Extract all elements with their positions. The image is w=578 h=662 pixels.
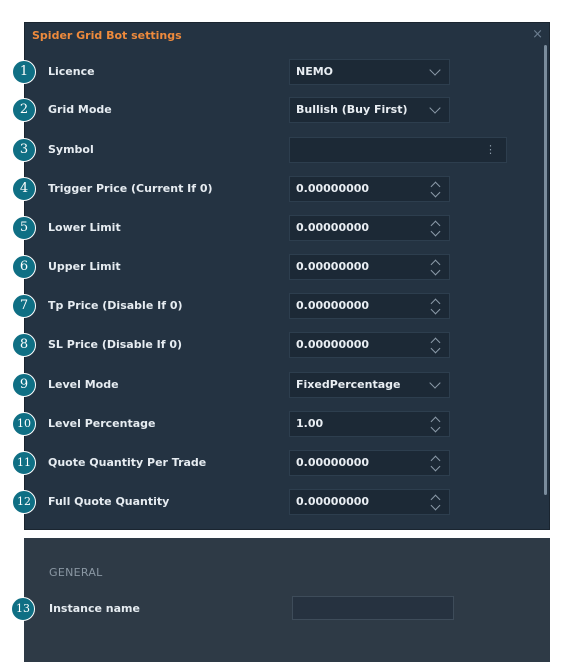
lower-limit-value: 0.00000000 (296, 221, 370, 234)
tp-price-input[interactable]: 0.00000000 (289, 293, 450, 319)
full-quote-qty-label: Full Quote Quantity (48, 495, 170, 508)
step-badge: 10 (12, 412, 36, 436)
dialog-title: Spider Grid Bot settings (32, 29, 182, 42)
setting-row-upper-limit: 6 Upper Limit 0.00000000 (12, 254, 505, 280)
close-icon[interactable]: × (532, 27, 543, 42)
full-quote-qty-value: 0.00000000 (296, 495, 370, 508)
general-section: GENERAL 13 Instance name (11, 538, 550, 662)
licence-dropdown[interactable]: NEMO (289, 59, 450, 85)
general-section-title: GENERAL (49, 566, 103, 579)
setting-row-quote-qty-per-trade: 11 Quote Quantity Per Trade 0.00000000 (12, 450, 505, 476)
sl-price-label: SL Price (Disable If 0) (48, 338, 183, 351)
level-percentage-input[interactable]: 1.00 (289, 411, 450, 437)
instance-name-label: Instance name (49, 602, 140, 615)
step-badge: 12 (12, 490, 36, 514)
sl-price-value: 0.00000000 (296, 338, 370, 351)
level-mode-label: Level Mode (48, 378, 119, 391)
setting-row-grid-mode: 2 Grid Mode Bullish (Buy First) (12, 97, 505, 123)
grid-mode-dropdown[interactable]: Bullish (Buy First) (289, 97, 450, 123)
licence-label: Licence (48, 65, 95, 78)
tp-price-label: Tp Price (Disable If 0) (48, 299, 183, 312)
step-badge: 3 (12, 138, 36, 162)
step-badge: 8 (12, 333, 36, 357)
quote-qty-per-trade-input[interactable]: 0.00000000 (289, 450, 450, 476)
setting-row-symbol: 3 Symbol ⋮ (12, 137, 507, 163)
tp-price-value: 0.00000000 (296, 299, 370, 312)
spin-down-icon[interactable] (430, 265, 441, 276)
spin-down-icon[interactable] (430, 187, 441, 198)
trigger-price-label: Trigger Price (Current If 0) (48, 182, 213, 195)
step-badge: 5 (12, 216, 36, 240)
setting-row-level-percentage: 10 Level Percentage 1.00 (12, 411, 505, 437)
setting-row-tp-price: 7 Tp Price (Disable If 0) 0.00000000 (12, 293, 505, 319)
step-badge: 7 (12, 294, 36, 318)
upper-limit-input[interactable]: 0.00000000 (289, 254, 450, 280)
setting-row-trigger-price: 4 Trigger Price (Current If 0) 0.0000000… (12, 176, 505, 202)
sl-price-input[interactable]: 0.00000000 (289, 332, 450, 358)
step-badge: 2 (12, 98, 36, 122)
trigger-price-value: 0.00000000 (296, 182, 370, 195)
chevron-down-icon (429, 64, 441, 76)
step-badge: 9 (12, 373, 36, 397)
symbol-picker[interactable]: ⋮ (289, 137, 507, 163)
grid-mode-value: Bullish (Buy First) (296, 103, 408, 116)
full-quote-qty-input[interactable]: 0.00000000 (289, 489, 450, 515)
chevron-down-icon (429, 102, 441, 114)
spin-down-icon[interactable] (430, 226, 441, 237)
setting-row-level-mode: 9 Level Mode FixedPercentage (12, 372, 505, 398)
step-badge: 11 (12, 451, 36, 475)
upper-limit-label: Upper Limit (48, 260, 121, 273)
symbol-label: Symbol (48, 143, 94, 156)
spin-down-icon[interactable] (430, 422, 441, 433)
scrollbar[interactable] (544, 45, 547, 495)
step-badge: 13 (11, 597, 35, 621)
setting-row-lower-limit: 5 Lower Limit 0.00000000 (12, 215, 505, 241)
spin-down-icon[interactable] (430, 500, 441, 511)
more-vertical-icon[interactable]: ⋮ (485, 138, 496, 162)
setting-row-full-quote-qty: 12 Full Quote Quantity 0.00000000 (12, 489, 505, 515)
level-mode-value: FixedPercentage (296, 378, 401, 391)
level-percentage-value: 1.00 (296, 417, 324, 430)
setting-row-licence: 1 Licence NEMO (12, 59, 505, 85)
spin-down-icon[interactable] (430, 343, 441, 354)
quote-qty-per-trade-value: 0.00000000 (296, 456, 370, 469)
grid-mode-label: Grid Mode (48, 103, 112, 116)
licence-value: NEMO (296, 65, 334, 78)
lower-limit-input[interactable]: 0.00000000 (289, 215, 450, 241)
upper-limit-value: 0.00000000 (296, 260, 370, 273)
lower-limit-label: Lower Limit (48, 221, 121, 234)
step-badge: 1 (12, 60, 36, 84)
level-mode-dropdown[interactable]: FixedPercentage (289, 372, 450, 398)
trigger-price-input[interactable]: 0.00000000 (289, 176, 450, 202)
instance-name-input[interactable] (292, 596, 454, 620)
spin-down-icon[interactable] (430, 461, 441, 472)
spin-down-icon[interactable] (430, 304, 441, 315)
settings-dialog: Spider Grid Bot settings × 1 Licence NEM… (12, 22, 550, 530)
level-percentage-label: Level Percentage (48, 417, 156, 430)
step-badge: 6 (12, 255, 36, 279)
chevron-down-icon (429, 377, 441, 389)
quote-qty-per-trade-label: Quote Quantity Per Trade (48, 456, 207, 469)
setting-row-sl-price: 8 SL Price (Disable If 0) 0.00000000 (12, 332, 505, 358)
step-badge: 4 (12, 177, 36, 201)
